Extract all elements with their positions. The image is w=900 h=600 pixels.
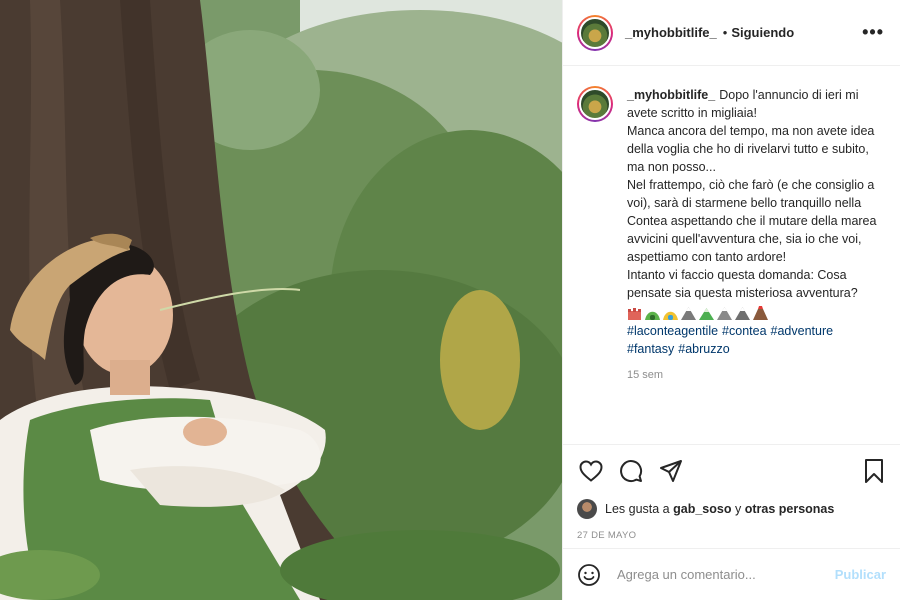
hashtag-link[interactable]: #fantasy — [627, 342, 674, 356]
likes-prefix: Les gusta a — [605, 502, 670, 516]
post-sidebar: _myhobbitlife_ • Siguiendo ••• _myhobbit… — [562, 0, 900, 600]
caption-username[interactable]: _myhobbitlife_ — [627, 88, 715, 102]
caption-text-block: _myhobbitlife_ Dopo l'annuncio di ieri mi… — [627, 86, 884, 302]
comment-input[interactable] — [615, 566, 835, 583]
hashtag-link[interactable]: #laconteagentile — [627, 324, 718, 338]
volcano-emoji-icon — [753, 306, 768, 320]
caption-time-ago[interactable]: 15 sem — [627, 366, 884, 384]
likes-others-link[interactable]: otras personas — [745, 502, 835, 516]
more-options-icon[interactable]: ••• — [862, 22, 884, 43]
green-hill-emoji-icon — [699, 308, 714, 320]
hashtag-link[interactable]: #contea — [722, 324, 766, 338]
bookmark-icon — [865, 458, 883, 483]
post-header: _myhobbitlife_ • Siguiendo ••• — [563, 0, 900, 66]
following-button[interactable]: Siguiendo — [731, 25, 794, 40]
caption-avatar[interactable] — [577, 86, 613, 122]
green-hill-emoji-icon — [645, 311, 660, 320]
comment-button[interactable] — [617, 457, 645, 485]
avatar-image — [579, 88, 611, 120]
action-bar — [563, 444, 900, 496]
yellow-hill-emoji-icon — [663, 311, 678, 320]
caption-body: _myhobbitlife_ Dopo l'annuncio di ieri mi… — [627, 86, 884, 444]
caption-text: Dopo l'annuncio di ieri mi avete scritto… — [627, 88, 877, 300]
separator-dot: • — [722, 25, 728, 40]
publish-button[interactable]: Publicar — [835, 567, 886, 582]
emoji-row — [627, 304, 884, 322]
post-photo[interactable] — [0, 0, 562, 600]
share-button[interactable] — [657, 457, 685, 485]
header-username[interactable]: _myhobbitlife_ — [625, 25, 717, 40]
likes-conjunction: y — [734, 502, 742, 516]
profile-avatar[interactable] — [577, 14, 613, 51]
photo-illustration — [0, 0, 562, 600]
hashtag-link[interactable]: #abruzzo — [678, 342, 729, 356]
paper-plane-icon — [660, 459, 682, 482]
heart-icon — [579, 459, 603, 482]
post-date[interactable]: 27 DE MAYO — [563, 522, 900, 548]
comment-composer: Publicar — [563, 548, 900, 600]
caption-section: _myhobbitlife_ Dopo l'annuncio di ieri mi… — [563, 66, 900, 444]
hashtag-list: #laconteagentile #contea #adventure #fanta… — [627, 322, 884, 358]
emoji-smiley-icon[interactable] — [577, 563, 601, 587]
liker-avatar[interactable] — [577, 499, 597, 519]
instagram-post: _myhobbitlife_ • Siguiendo ••• _myhobbit… — [0, 0, 900, 600]
like-button[interactable] — [577, 457, 605, 485]
mountain-emoji-icon — [735, 307, 750, 320]
comment-icon — [620, 459, 643, 482]
hashtag-link[interactable]: #adventure — [771, 324, 834, 338]
save-button[interactable] — [860, 457, 888, 485]
mountain-emoji-icon — [681, 307, 696, 320]
likes-summary: Les gusta a gab_soso y otras personas — [563, 496, 900, 522]
avatar-image — [579, 16, 611, 49]
castle-emoji-icon — [628, 308, 641, 320]
liker-username[interactable]: gab_soso — [673, 502, 731, 516]
mountain-emoji-icon — [717, 307, 732, 320]
